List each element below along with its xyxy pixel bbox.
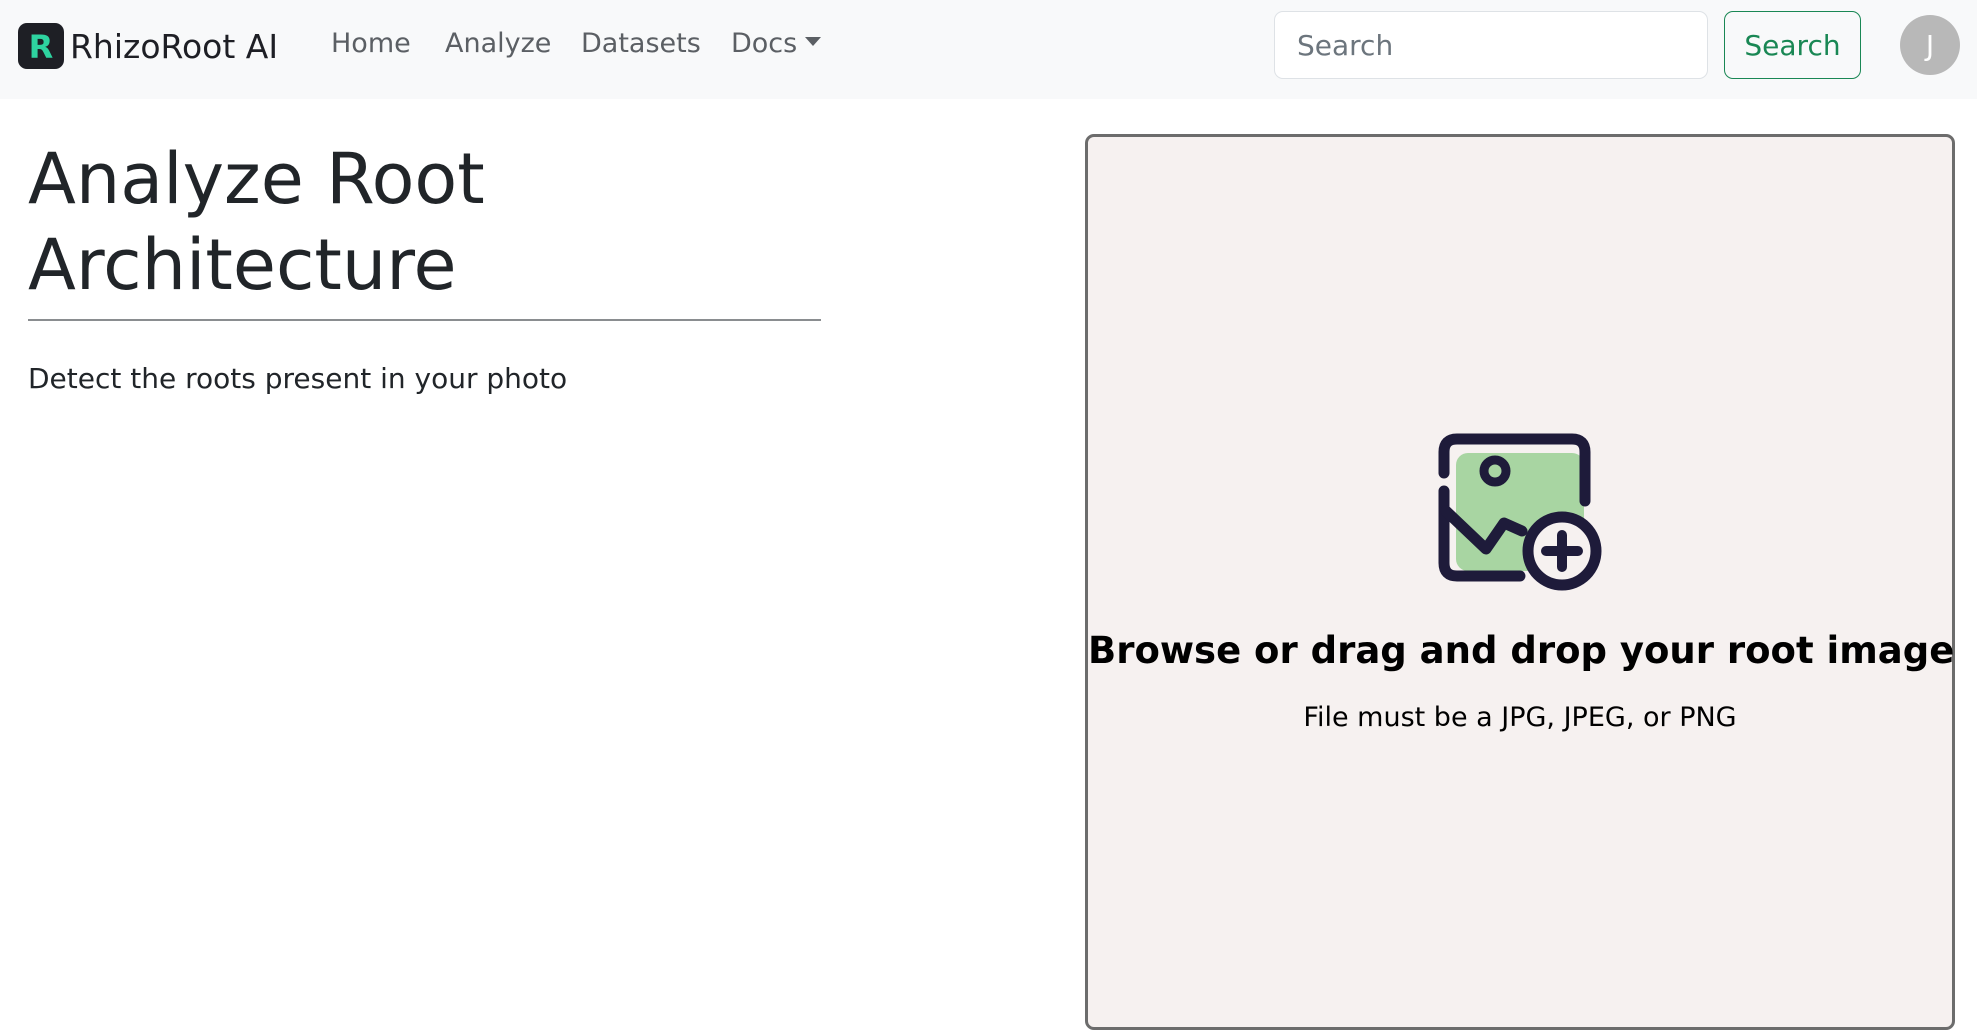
avatar-initial: J bbox=[1925, 28, 1935, 62]
nav-link-docs-label: Docs bbox=[731, 28, 798, 59]
brand-logo-icon: R bbox=[18, 23, 64, 69]
brand-link[interactable]: R RhizoRoot AI bbox=[18, 22, 278, 70]
nav-dropdown-docs[interactable]: Docs bbox=[731, 24, 822, 64]
title-divider bbox=[28, 319, 821, 321]
caret-down-icon bbox=[805, 37, 822, 46]
image-dropzone[interactable]: Browse or drag and drop your root image … bbox=[1085, 134, 1955, 1030]
nav-link-datasets[interactable]: Datasets bbox=[581, 24, 701, 64]
page-subtitle: Detect the roots present in your photo bbox=[28, 362, 568, 395]
dropzone-title: Browse or drag and drop your root image bbox=[1088, 629, 1955, 672]
page-title: Analyze Root Architecture bbox=[28, 138, 485, 306]
brand-logo-letter: R bbox=[29, 28, 54, 66]
user-avatar[interactable]: J bbox=[1900, 15, 1960, 75]
nav-link-analyze[interactable]: Analyze bbox=[445, 24, 551, 64]
image-add-icon bbox=[1438, 433, 1602, 591]
nav-link-home[interactable]: Home bbox=[331, 24, 411, 64]
dropzone-file-hint: File must be a JPG, JPEG, or PNG bbox=[1303, 702, 1737, 733]
search-button[interactable]: Search bbox=[1724, 11, 1861, 79]
brand-name: RhizoRoot AI bbox=[70, 26, 279, 66]
search-input[interactable] bbox=[1274, 11, 1708, 79]
top-navbar: R RhizoRoot AI Home Analyze Datasets Doc… bbox=[0, 0, 1977, 99]
